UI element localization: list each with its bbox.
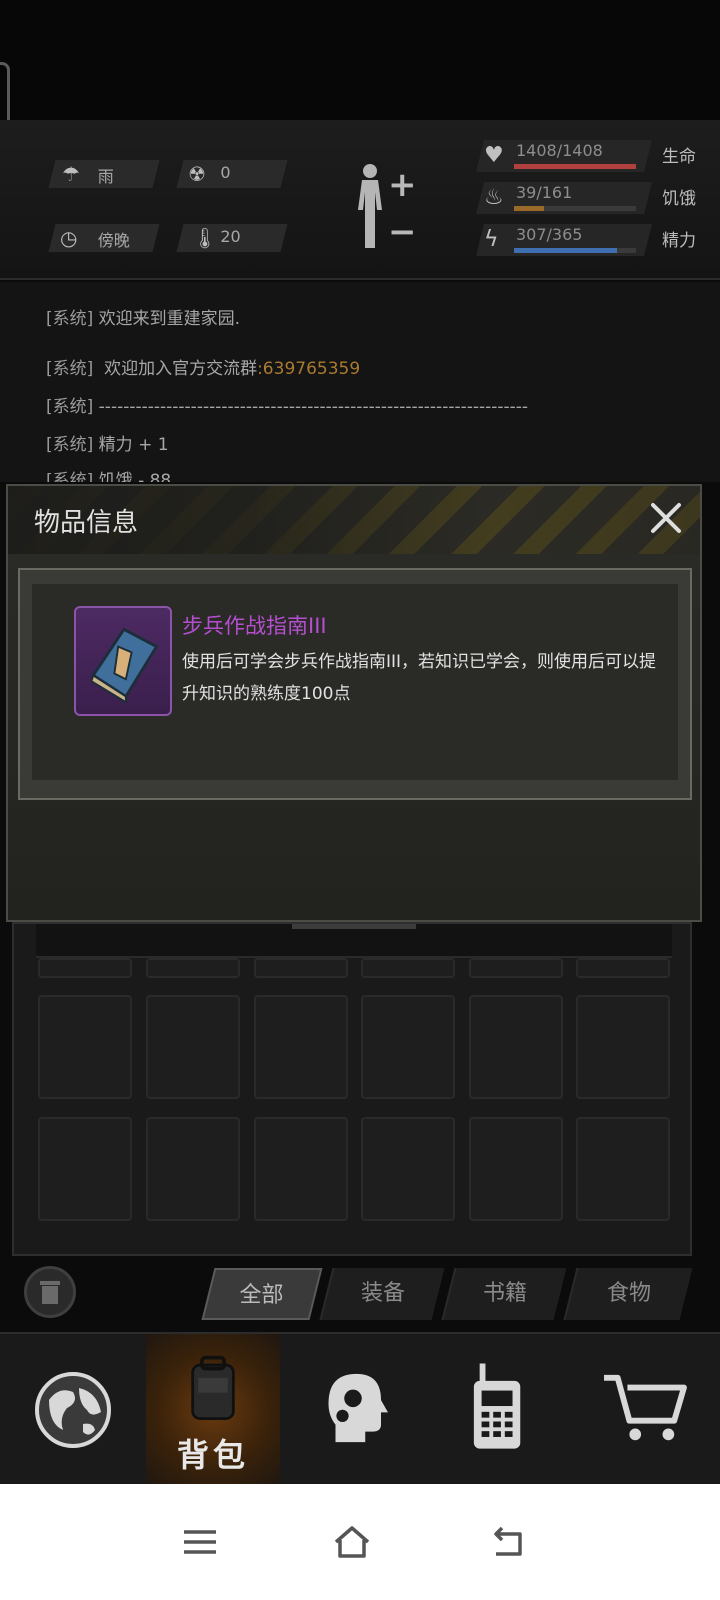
radiation-value: 0 xyxy=(220,163,231,182)
item-info-dialog: 物品信息 步兵作战指南III 使用后可学会步兵作战指南III，若知识已学会，则使… xyxy=(6,484,702,922)
top-blank-area xyxy=(0,0,720,120)
energy-head-icon: ϟ xyxy=(484,227,499,252)
inventory-slot[interactable] xyxy=(469,958,563,978)
manual-book-icon[interactable] xyxy=(74,606,172,716)
health-value: 1408/1408 xyxy=(516,141,603,160)
hunger-value: 39/161 xyxy=(516,183,573,202)
log-line: [系统] -----------------------------------… xyxy=(46,397,529,417)
heart-icon: ♥ xyxy=(484,143,504,168)
trash-bin-icon[interactable] xyxy=(24,1266,76,1318)
walkie-talkie-icon xyxy=(473,1363,521,1449)
thermometer-icon: 🌡 xyxy=(192,226,218,250)
log-line: [系统] 欢迎加入官方交流群:639765359 xyxy=(46,359,361,379)
inventory-slot[interactable] xyxy=(361,995,455,1099)
radiation-icon: ☢ xyxy=(188,162,206,186)
plus-icon[interactable]: + xyxy=(388,165,417,205)
inventory-slot[interactable] xyxy=(146,1117,240,1221)
head-gears-icon xyxy=(328,1373,388,1443)
energy-value: 307/365 xyxy=(516,225,583,244)
body-figure-icon[interactable] xyxy=(350,162,390,252)
inventory-slot[interactable] xyxy=(576,995,670,1099)
health-stat: ♥ 1408/1408 生命 xyxy=(476,140,720,174)
log-line: [系统] 欢迎来到重建家园. xyxy=(46,309,241,329)
tab-all[interactable]: 全部 xyxy=(201,1268,323,1320)
time-label: 傍晚 xyxy=(97,231,130,250)
message-log[interactable]: [系统] 欢迎来到重建家园. [系统] 欢迎加入官方交流群:639765359 … xyxy=(0,282,720,482)
clock-icon: ◷ xyxy=(60,226,78,250)
temperature-pill: 🌡 20 xyxy=(176,224,288,252)
stomach-icon: ♨ xyxy=(484,185,504,210)
inventory-slot[interactable] xyxy=(38,958,132,978)
nav-shop[interactable] xyxy=(572,1334,720,1486)
log-line: [系统] 精力 + 1 xyxy=(46,435,169,455)
inventory-slot[interactable] xyxy=(146,995,240,1099)
inventory-slot[interactable] xyxy=(469,1117,563,1221)
menu-icon[interactable] xyxy=(178,1520,222,1564)
log-line: [系统] 饥饿 - 88 xyxy=(46,471,172,482)
inventory-slot[interactable] xyxy=(469,995,563,1099)
inventory-slot[interactable] xyxy=(38,1117,132,1221)
energy-stat: ϟ 307/365 精力 xyxy=(476,224,720,258)
close-icon[interactable] xyxy=(646,498,686,538)
radiation-pill: ☢ 0 xyxy=(176,160,288,188)
energy-label: 精力 xyxy=(662,231,696,251)
tab-books[interactable]: 书籍 xyxy=(441,1268,567,1320)
health-label: 生命 xyxy=(662,147,696,167)
inventory-slot[interactable] xyxy=(254,958,348,978)
inventory-slot[interactable] xyxy=(576,958,670,978)
hunger-stat: ♨ 39/161 饥饿 xyxy=(476,182,720,216)
inventory-header-strip xyxy=(36,924,672,958)
cart-icon xyxy=(604,1374,687,1441)
temperature-value: 20 xyxy=(220,227,241,246)
nav-backpack-label: 背包 xyxy=(176,1436,249,1474)
back-icon[interactable] xyxy=(488,1520,532,1564)
tab-equipment[interactable]: 装备 xyxy=(319,1268,445,1320)
qq-group-number[interactable]: :639765359 xyxy=(257,359,360,379)
tab-food[interactable]: 食物 xyxy=(563,1268,693,1320)
nav-backpack[interactable]: 背包 xyxy=(146,1334,280,1486)
hunger-label: 饥饿 xyxy=(662,189,696,209)
inventory-slot[interactable] xyxy=(38,995,132,1099)
inventory-slot[interactable] xyxy=(361,958,455,978)
item-name: 步兵作战指南III xyxy=(182,614,327,638)
inventory-slot[interactable] xyxy=(254,1117,348,1221)
inventory-handle[interactable] xyxy=(292,924,416,929)
minus-icon[interactable]: − xyxy=(388,212,417,252)
time-pill: ◷ 傍晚 xyxy=(48,224,160,252)
rain-cloud-icon: ☂ xyxy=(62,162,80,186)
nav-radio[interactable] xyxy=(426,1334,572,1486)
hunger-bar-fill xyxy=(514,206,544,211)
bottom-navigation: 背包 xyxy=(0,1332,720,1486)
inventory-slot[interactable] xyxy=(254,995,348,1099)
weather-label: 雨 xyxy=(97,167,114,186)
dialog-title: 物品信息 xyxy=(34,508,139,538)
nav-world[interactable] xyxy=(0,1334,146,1486)
inventory-slot[interactable] xyxy=(576,1117,670,1221)
energy-bar-fill xyxy=(514,248,617,253)
inventory-slot[interactable] xyxy=(361,1117,455,1221)
weather-pill: ☂ 雨 xyxy=(48,160,160,188)
health-bar-fill xyxy=(514,164,636,169)
system-navigation-bar xyxy=(0,1484,720,1600)
backpack-icon xyxy=(191,1355,235,1420)
item-card: 步兵作战指南III 使用后可学会步兵作战指南III，若知识已学会，则使用后可以提… xyxy=(18,568,692,800)
home-icon[interactable] xyxy=(330,1520,374,1564)
nav-skills[interactable] xyxy=(280,1334,426,1486)
item-description: 使用后可学会步兵作战指南III，若知识已学会，则使用后可以提升知识的熟练度100… xyxy=(182,652,657,704)
inventory-slot[interactable] xyxy=(146,958,240,978)
globe-icon xyxy=(35,1372,111,1448)
